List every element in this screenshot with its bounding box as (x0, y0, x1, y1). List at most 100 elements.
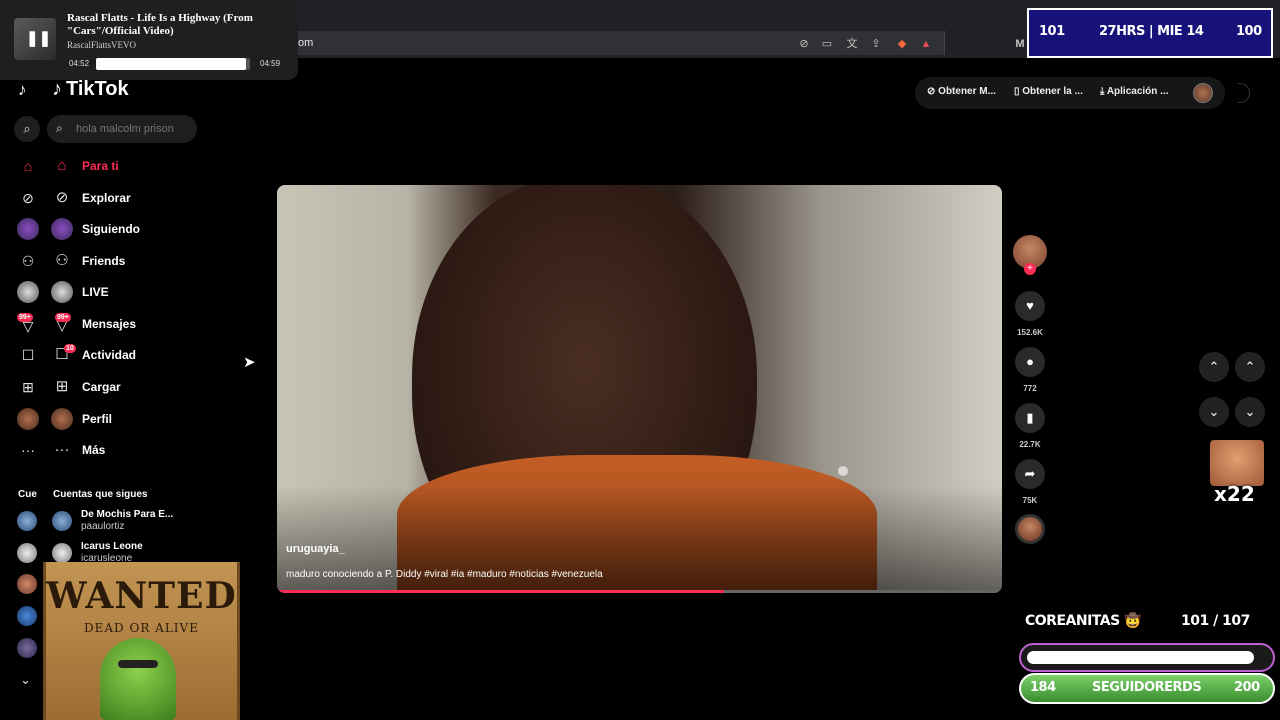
nav-item-para-ti[interactable]: ⌂ ⌂ Para ti (0, 152, 240, 180)
account-handle: paaulortiz (81, 521, 125, 532)
brave-shield-icon[interactable]: ◆ (895, 37, 909, 51)
song-progress-fill (96, 58, 246, 70)
account-avatar[interactable] (17, 511, 37, 531)
video-player[interactable]: uruguayia_ maduro conociendo a P. Diddy … (277, 185, 1002, 593)
friends-icon: ⚇ (55, 252, 69, 269)
nav-item-mas[interactable]: ··· ··· Más (0, 436, 240, 464)
nav-item-perfil[interactable]: Perfil (0, 405, 240, 433)
tiktok-logo-text: TikTok (66, 78, 129, 100)
save-button[interactable]: ▮ (1015, 403, 1045, 433)
compass-icon: ⊘ (22, 190, 34, 206)
get-coins-button[interactable]: ⊘ Obtener M... (927, 86, 996, 97)
get-app-button[interactable]: ▯ Obtener la ... (1014, 86, 1083, 97)
nav-label: LIVE (82, 285, 109, 299)
tiktok-note-icon: ♪ (52, 78, 62, 100)
like-button[interactable]: ♥ (1015, 291, 1045, 321)
emote-multiplier: x22 (1214, 482, 1255, 506)
song-total-time: 04:59 (260, 59, 281, 68)
share-arrow-icon: ➦ (1024, 466, 1036, 481)
song-current-time: 04:52 (69, 59, 90, 68)
nav-item-actividad[interactable]: ☐ ☐ 10 Actividad (0, 341, 240, 369)
translate-icon[interactable]: 文 (845, 37, 859, 51)
account-avatar[interactable] (17, 543, 37, 563)
desktop-app-button[interactable]: ⤓ Aplicación ... (1100, 86, 1169, 97)
share-button[interactable]: ➦ (1015, 459, 1045, 489)
share-icon[interactable]: ⇪ (869, 37, 883, 51)
video-description[interactable]: maduro conociendo a P. Diddy #viral #ia … (286, 569, 603, 580)
nav-label: Cargar (82, 380, 121, 394)
stream-right-number: 100 (1236, 24, 1262, 39)
chevron-down-icon[interactable]: ⌄ (1235, 397, 1265, 427)
account-name[interactable]: De Mochis Para E... (81, 509, 173, 520)
friends-icon: ⚇ (21, 253, 35, 269)
follow-plus-icon[interactable]: + (1024, 263, 1036, 275)
search-input[interactable] (76, 121, 191, 137)
messages-badge: 99+ (17, 313, 33, 322)
goal-name: COREANITAS 🤠 (1025, 613, 1141, 629)
wanted-title: WANTED (46, 575, 237, 617)
chevron-up-icon[interactable]: ⌃ (1235, 352, 1265, 382)
music-disc-avatar[interactable] (1015, 514, 1045, 544)
character-sunglasses (118, 660, 158, 668)
chevron-down-icon[interactable]: ⌄ (20, 672, 31, 688)
tiktok-small-logo-icon[interactable]: ♪ (18, 80, 27, 100)
nav-label: Mensajes (82, 317, 137, 331)
nav-label: Friends (82, 254, 126, 268)
nav-label: Siguiendo (82, 222, 140, 236)
nav-item-friends[interactable]: ⚇ ⚇ Friends (0, 247, 240, 275)
user-avatar[interactable] (1193, 83, 1213, 103)
no-camera-icon[interactable]: ⊘ (797, 37, 811, 51)
upload-icon: ⊞ (22, 379, 34, 395)
download-icon: ⤓ (1100, 86, 1107, 97)
video-seek-dot (838, 466, 848, 476)
bookmark-icon: ▮ (1026, 410, 1034, 425)
wanted-subtitle: DEAD OR ALIVE (84, 621, 199, 635)
emote-image (1210, 440, 1264, 486)
nav-item-mensajes[interactable]: ▽ ▽ 99+ 99+ Mensajes (0, 310, 240, 338)
profile-avatar-icon (17, 408, 39, 430)
extension-icon[interactable]: M (1013, 37, 1027, 51)
brave-rewards-icon[interactable]: ▲ (919, 37, 933, 51)
activity-badge: 10 (64, 344, 76, 353)
collapsed-search-icon[interactable]: ⌕ (14, 116, 40, 142)
like-count: 152.6K (1017, 328, 1043, 337)
more-icon: ··· (21, 442, 35, 458)
account-avatar[interactable] (17, 606, 37, 626)
pause-icon[interactable]: ❚❚ (26, 30, 51, 48)
search-icon: ⌕ (56, 121, 63, 135)
account-avatar[interactable] (17, 574, 37, 594)
chevron-down-icon[interactable]: ⌄ (1199, 397, 1229, 427)
comment-button[interactable]: ● (1015, 347, 1045, 377)
mouse-cursor-icon: ➤ (243, 354, 256, 371)
following-section-title: Cuentas que sigues (53, 489, 148, 500)
followers-label: SEGUIDORERDS (1092, 680, 1202, 695)
song-artist: RascalFlattsVEVO (67, 40, 136, 50)
nav-label: Perfil (82, 412, 113, 426)
nav-label: Explorar (82, 191, 131, 205)
nav-item-siguiendo[interactable]: Siguiendo (0, 215, 240, 243)
coin-icon: ⊘ (927, 86, 939, 97)
account-name[interactable]: Icarus Leone (81, 541, 143, 552)
chevron-up-icon[interactable]: ⌃ (1199, 352, 1229, 382)
nav-label: Para ti (82, 159, 119, 173)
nav-item-live[interactable]: LIVE (0, 278, 240, 306)
goal-progress-fill (1027, 651, 1254, 664)
comment-count: 772 (1023, 384, 1037, 393)
goal-count: 101 / 107 (1181, 613, 1250, 629)
profile-avatar-icon (51, 408, 73, 430)
nav-item-cargar[interactable]: ⊞ ⊞ Cargar (0, 373, 240, 401)
upload-icon: ⊞ (55, 378, 69, 395)
share-count: 75K (1022, 496, 1038, 505)
followers-current: 184 (1030, 680, 1056, 695)
following-avatar-icon (51, 218, 73, 240)
account-avatar[interactable] (17, 638, 37, 658)
cast-icon[interactable]: ▭ (820, 37, 834, 51)
account-avatar[interactable] (52, 511, 72, 531)
wanted-character-image (100, 638, 176, 720)
nav-item-explorar[interactable]: ⊘ ⊘ Explorar (0, 184, 240, 212)
video-author[interactable]: uruguayia_ (286, 543, 345, 555)
heart-icon: ♥ (1026, 298, 1034, 313)
home-icon: ⌂ (57, 157, 67, 174)
account-avatar[interactable] (52, 543, 72, 563)
tiktok-logo[interactable]: ♪ TikTok (52, 78, 129, 101)
